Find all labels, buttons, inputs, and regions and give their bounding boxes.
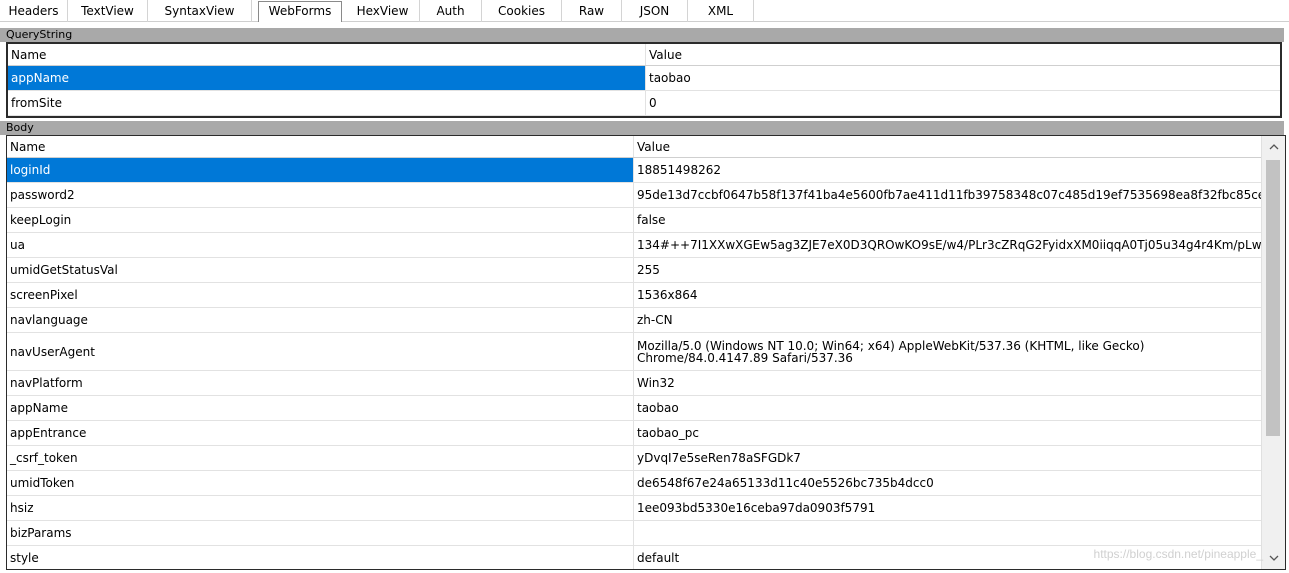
column-header-value[interactable]: Value — [634, 136, 1261, 157]
body-row[interactable]: keepLogin false — [7, 208, 1261, 233]
row-name[interactable]: _csrf_token — [7, 446, 634, 470]
body-row[interactable]: navlanguage zh-CN — [7, 308, 1261, 333]
body-row[interactable]: loginId 18851498262 — [7, 158, 1261, 183]
chevron-up-icon[interactable] — [1262, 138, 1285, 156]
body-row[interactable]: _csrf_token yDvqI7e5seRen78aSFGDk7 — [7, 446, 1261, 471]
chevron-down-icon[interactable] — [1262, 549, 1285, 567]
row-name[interactable]: appEntrance — [7, 421, 634, 445]
tab-json[interactable]: JSON — [622, 0, 688, 22]
row-name[interactable]: keepLogin — [7, 208, 634, 232]
tab-syntaxview[interactable]: SyntaxView — [148, 0, 252, 22]
body-grid: Name Value loginId 18851498262 password2… — [6, 135, 1286, 570]
body-row[interactable]: appName taobao — [7, 396, 1261, 421]
row-name[interactable]: umidToken — [7, 471, 634, 495]
row-value[interactable]: 18851498262 — [634, 158, 1261, 182]
body-row[interactable]: password2 95de13d7ccbf0647b58f137f41ba4e… — [7, 183, 1261, 208]
row-value[interactable]: 1ee093bd5330e16ceba97da0903f5791 — [634, 496, 1261, 520]
querystring-row[interactable]: appName taobao — [8, 66, 1280, 91]
querystring-title: QueryString — [6, 28, 73, 41]
row-value[interactable]: Mozilla/5.0 (Windows NT 10.0; Win64; x64… — [634, 333, 1261, 370]
column-header-name[interactable]: Name — [7, 136, 634, 157]
tab-hexview[interactable]: HexView — [346, 0, 420, 22]
body-row[interactable]: hsiz 1ee093bd5330e16ceba97da0903f5791 — [7, 496, 1261, 521]
tab-raw[interactable]: Raw — [562, 0, 622, 22]
row-name[interactable]: style — [7, 546, 634, 569]
querystring-grid: Name Value appName taobao fromSite 0 — [6, 42, 1282, 118]
tab-textview[interactable]: TextView — [68, 0, 148, 22]
tab-label: XML — [707, 4, 734, 18]
row-name[interactable]: appName — [8, 66, 646, 90]
tab-label: Auth — [436, 4, 465, 18]
row-value[interactable]: Win32 — [634, 371, 1261, 395]
row-name[interactable]: ua — [7, 233, 634, 257]
body-row[interactable]: screenPixel 1536x864 — [7, 283, 1261, 308]
tab-webforms[interactable]: WebForms — [258, 1, 342, 22]
row-name[interactable]: navUserAgent — [7, 333, 634, 370]
body-row[interactable]: navPlatform Win32 — [7, 371, 1261, 396]
querystring-column-headers: Name Value — [8, 44, 1280, 66]
tab-label: HexView — [356, 4, 409, 18]
querystring-header: QueryString — [0, 28, 1284, 42]
row-name[interactable]: screenPixel — [7, 283, 634, 307]
row-name[interactable]: bizParams — [7, 521, 634, 545]
body-column-headers: Name Value — [7, 136, 1261, 158]
column-header-value[interactable]: Value — [646, 44, 1280, 65]
row-value[interactable]: taobao — [646, 66, 1280, 90]
vertical-scrollbar[interactable] — [1261, 136, 1285, 569]
body-header: Body — [0, 121, 1284, 135]
row-value[interactable]: taobao_pc — [634, 421, 1261, 445]
tab-headers[interactable]: Headers — [0, 0, 68, 22]
tab-label: SyntaxView — [164, 4, 235, 18]
watermark: https://blog.csdn.net/pineapple_ — [1093, 547, 1263, 561]
row-value[interactable]: de6548f67e24a65133d11c40e5526bc735b4dcc0 — [634, 471, 1261, 495]
row-name[interactable]: navlanguage — [7, 308, 634, 332]
tab-label: Headers — [8, 4, 59, 18]
column-header-name[interactable]: Name — [8, 44, 646, 65]
row-name[interactable]: umidGetStatusVal — [7, 258, 634, 282]
row-value[interactable]: yDvqI7e5seRen78aSFGDk7 — [634, 446, 1261, 470]
tab-label: Cookies — [498, 4, 545, 18]
row-name[interactable]: hsiz — [7, 496, 634, 520]
querystring-row[interactable]: fromSite 0 — [8, 91, 1280, 116]
body-title: Body — [6, 121, 34, 134]
row-value[interactable]: false — [634, 208, 1261, 232]
body-row[interactable]: umidGetStatusVal 255 — [7, 258, 1261, 283]
row-name[interactable]: navPlatform — [7, 371, 634, 395]
body-row[interactable]: style default — [7, 546, 1261, 569]
row-value[interactable]: 134#++7I1XXwXGEw5ag3ZJE7eX0D3QROwKO9sE/w… — [634, 233, 1261, 257]
row-name[interactable]: loginId — [7, 158, 634, 182]
body-row[interactable]: appEntrance taobao_pc — [7, 421, 1261, 446]
row-name[interactable]: password2 — [7, 183, 634, 207]
body-row[interactable]: bizParams — [7, 521, 1261, 546]
row-value[interactable]: zh-CN — [634, 308, 1261, 332]
body-row[interactable]: navUserAgent Mozilla/5.0 (Windows NT 10.… — [7, 333, 1261, 371]
row-value[interactable]: taobao — [634, 396, 1261, 420]
row-name[interactable]: fromSite — [8, 91, 646, 115]
tab-label: TextView — [81, 4, 134, 18]
scrollbar-thumb[interactable] — [1266, 160, 1280, 436]
tab-auth[interactable]: Auth — [420, 0, 482, 22]
row-value[interactable]: 1536x864 — [634, 283, 1261, 307]
row-value[interactable]: 255 — [634, 258, 1261, 282]
row-value[interactable]: 95de13d7ccbf0647b58f137f41ba4e5600fb7ae4… — [634, 183, 1261, 207]
body-row[interactable]: umidToken de6548f67e24a65133d11c40e5526b… — [7, 471, 1261, 496]
tab-cookies[interactable]: Cookies — [482, 0, 562, 22]
tab-label: WebForms — [268, 4, 332, 18]
tab-label: JSON — [639, 4, 670, 18]
row-name[interactable]: appName — [7, 396, 634, 420]
tab-xml[interactable]: XML — [688, 0, 754, 22]
body-row[interactable]: ua 134#++7I1XXwXGEw5ag3ZJE7eX0D3QROwKO9s… — [7, 233, 1261, 258]
row-value[interactable]: 0 — [646, 91, 1280, 115]
row-value[interactable] — [634, 521, 1261, 545]
tab-bar: Headers TextView SyntaxView WebForms Hex… — [0, 0, 1289, 22]
tab-label: Raw — [578, 4, 605, 18]
